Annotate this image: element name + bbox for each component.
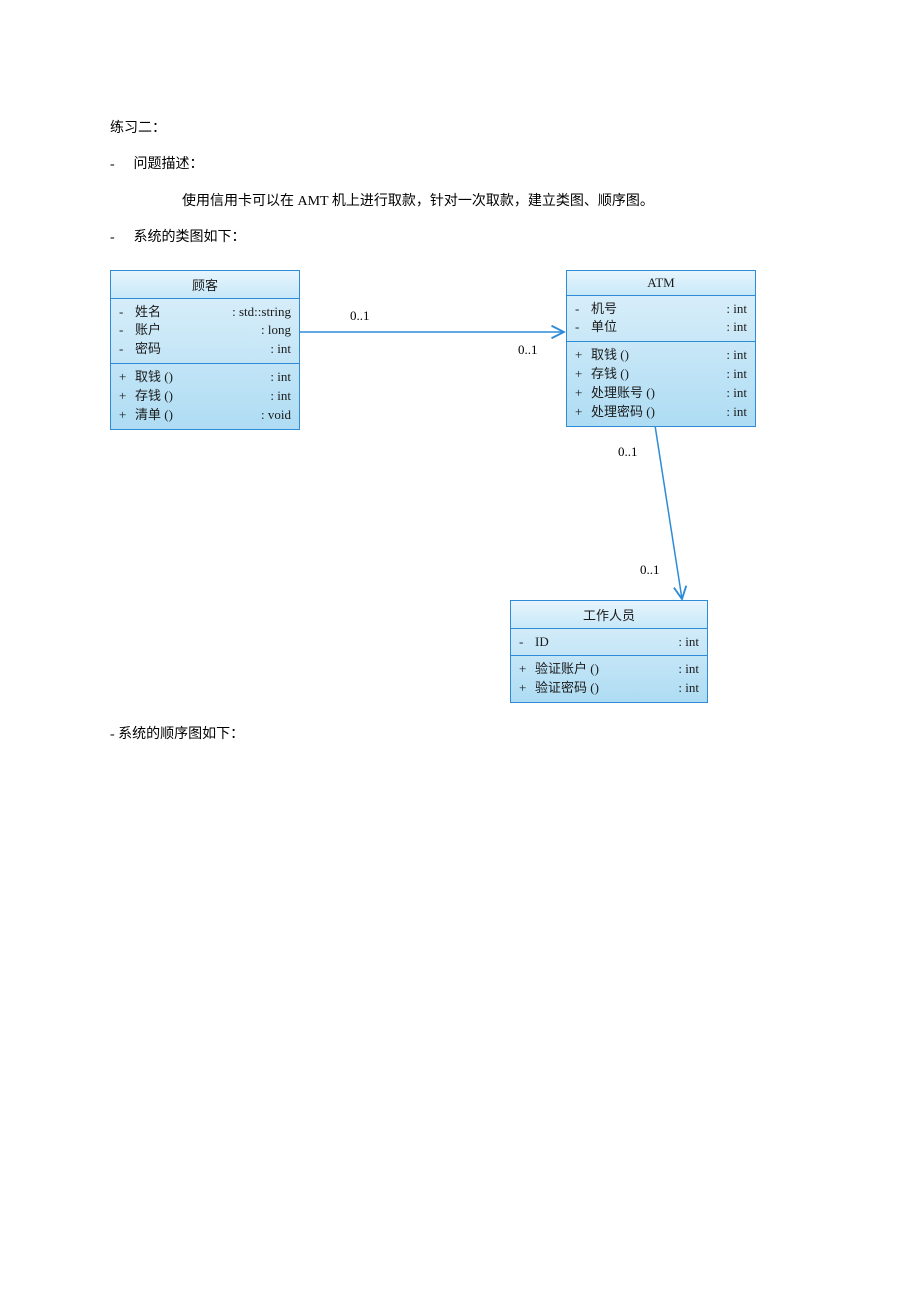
problem-body: 使用信用卡可以在 AMT 机上进行取款，针对一次取款，建立类图、顺序图。 [110,191,810,213]
class-atm: ATM -机号: int -单位: int +取钱 (): int +存钱 ()… [566,270,756,427]
bullet-seqdiagram: - 系统的顺序图如下： [110,724,810,746]
op-row: +验证账户 (): int [519,660,699,679]
class-staff-title: 工作人员 [511,601,707,629]
multiplicity-atm-staff-bottom: 0..1 [640,562,660,578]
class-diagram: 0..1 0..1 0..1 0..1 顾客 -姓名: std::string … [110,264,810,724]
multiplicity-atm-side: 0..1 [518,342,538,358]
dash-icon: - [110,227,130,249]
bullet-problem: - 问题描述： [110,154,810,176]
bullet-classdiagram-label: 系统的类图如下： [134,230,246,245]
attr-row: -姓名: std::string [119,303,291,322]
class-staff: 工作人员 -ID: int +验证账户 (): int +验证密码 (): in… [510,600,708,704]
class-atm-attrs: -机号: int -单位: int [567,296,755,343]
op-row: +清单 (): void [119,406,291,425]
class-customer: 顾客 -姓名: std::string -账户: long -密码: int +… [110,270,300,430]
heading: 练习二： [110,118,810,140]
attr-row: -密码: int [119,340,291,359]
attr-row: -ID: int [519,633,699,652]
class-customer-attrs: -姓名: std::string -账户: long -密码: int [111,299,299,365]
bullet-problem-label: 问题描述： [134,157,204,172]
attr-row: -机号: int [575,300,747,319]
op-row: +处理账号 (): int [575,384,747,403]
op-row: +取钱 (): int [575,346,747,365]
bullet-classdiagram: - 系统的类图如下： [110,227,810,249]
op-row: +验证密码 (): int [519,679,699,698]
class-customer-ops: +取钱 (): int +存钱 (): int +清单 (): void [111,364,299,429]
attr-row: -账户: long [119,321,291,340]
class-atm-title: ATM [567,271,755,296]
class-customer-title: 顾客 [111,271,299,299]
multiplicity-customer-side: 0..1 [350,308,370,324]
multiplicity-atm-staff-top: 0..1 [618,444,638,460]
op-row: +存钱 (): int [119,387,291,406]
op-row: +取钱 (): int [119,368,291,387]
attr-row: -单位: int [575,318,747,337]
class-atm-ops: +取钱 (): int +存钱 (): int +处理账号 (): int +处… [567,342,755,425]
class-staff-ops: +验证账户 (): int +验证密码 (): int [511,656,707,702]
dash-icon: - [110,154,130,176]
op-row: +处理密码 (): int [575,403,747,422]
op-row: +存钱 (): int [575,365,747,384]
class-staff-attrs: -ID: int [511,629,707,657]
